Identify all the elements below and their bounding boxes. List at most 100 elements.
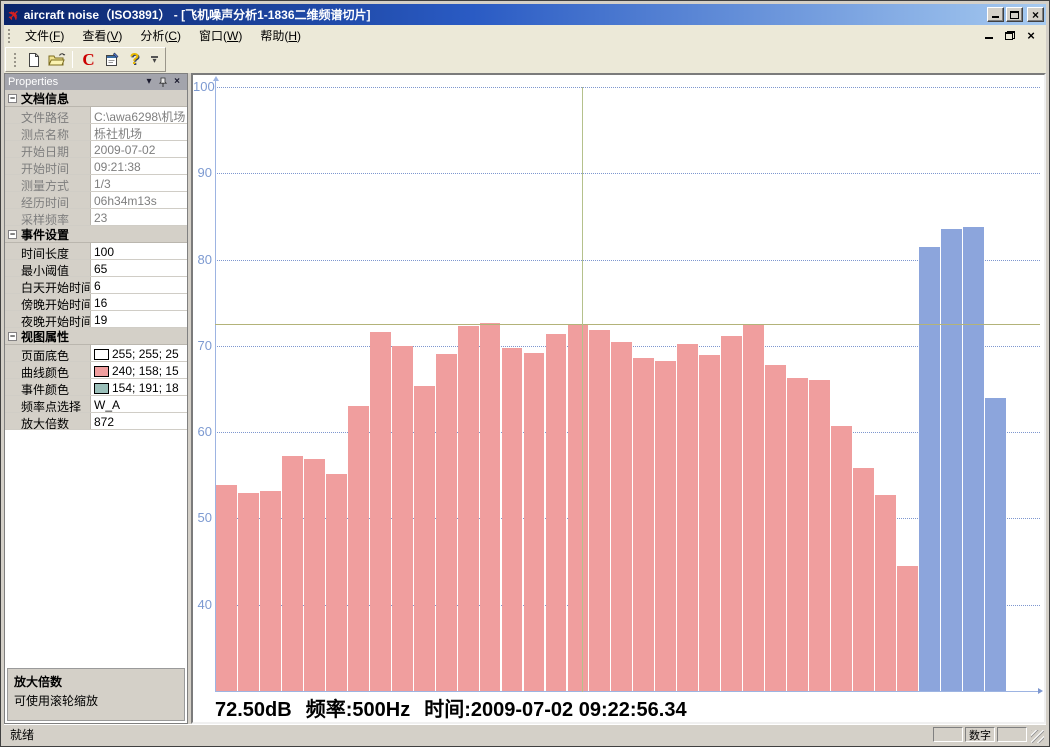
menu-grip[interactable] <box>8 29 11 43</box>
spectrum-bar[interactable] <box>831 426 852 691</box>
property-value-text: 1/3 <box>94 177 111 191</box>
property-row[interactable]: 测点名称栎社机场 <box>5 124 187 141</box>
y-axis-line <box>215 81 216 691</box>
spectrum-bar[interactable] <box>216 485 237 691</box>
panel-pin-button[interactable] <box>156 76 170 89</box>
property-label: 开始日期 <box>5 141 91 157</box>
property-row[interactable]: 开始时间09:21:38 <box>5 158 187 175</box>
spectrum-bar[interactable] <box>568 325 589 691</box>
analysis-c-button[interactable]: C <box>77 49 100 70</box>
property-row[interactable]: 开始日期2009-07-02 <box>5 141 187 158</box>
property-row[interactable]: 采样频率23 <box>5 209 187 226</box>
spectrum-bar[interactable] <box>677 344 698 691</box>
category-row[interactable]: −视图属性 <box>5 328 187 345</box>
main-content: Properties −文档信息文件路径C:\awa6298\机场测点名称栎社机… <box>4 73 1046 724</box>
help-button[interactable]: ? <box>123 49 146 70</box>
panel-close-button[interactable] <box>170 76 184 89</box>
property-row[interactable]: 最小阈值65 <box>5 260 187 277</box>
spectrum-bar[interactable] <box>260 491 281 691</box>
property-row[interactable]: 测量方式1/3 <box>5 175 187 192</box>
spectrum-bar[interactable] <box>809 380 830 691</box>
property-row[interactable]: 页面底色255; 255; 25 <box>5 345 187 362</box>
spectrum-bar[interactable] <box>546 334 567 691</box>
collapse-icon[interactable]: − <box>8 94 17 103</box>
category-title: 文档信息 <box>21 90 69 107</box>
spectrum-bar[interactable] <box>787 378 808 691</box>
property-row[interactable]: 时间长度100 <box>5 243 187 260</box>
collapse-icon[interactable]: − <box>8 230 17 239</box>
menu-file[interactable]: 文件(F) <box>16 25 73 46</box>
spectrum-bar[interactable] <box>699 355 720 691</box>
spectrum-bar[interactable] <box>743 324 764 691</box>
event-bar[interactable] <box>941 229 962 691</box>
spectrum-bar[interactable] <box>765 365 786 691</box>
spectrum-bar[interactable] <box>655 361 676 691</box>
minimize-button[interactable] <box>987 7 1004 22</box>
spectrum-bar[interactable] <box>897 566 918 691</box>
property-row[interactable]: 夜晚开始时间19 <box>5 311 187 328</box>
property-row[interactable]: 放大倍数872 <box>5 413 187 430</box>
spectrum-bar[interactable] <box>304 459 325 691</box>
property-row[interactable]: 经历时间06h34m13s <box>5 192 187 209</box>
toolbar-band: C ? <box>5 47 166 72</box>
maximize-button[interactable] <box>1006 7 1023 22</box>
spectrum-bar[interactable] <box>589 330 610 691</box>
spectrum-plot[interactable]: 72.50dB频率:500Hz时间:2009-07-02 09:22:56.34… <box>193 75 1044 722</box>
resize-grip[interactable] <box>1031 730 1044 743</box>
y-tick-label: 60 <box>193 424 212 439</box>
category-row[interactable]: −事件设置 <box>5 226 187 243</box>
property-value-text: 154; 191; 18 <box>112 381 179 395</box>
spectrum-bar[interactable] <box>853 468 874 691</box>
spectrum-bar[interactable] <box>502 348 523 691</box>
menu-window[interactable]: 窗口(W) <box>190 25 251 46</box>
properties-button[interactable] <box>100 49 123 70</box>
spectrum-bar[interactable] <box>611 342 632 692</box>
event-bar[interactable] <box>963 227 984 691</box>
property-label: 夜晚开始时间 <box>5 311 91 327</box>
spectrum-bar[interactable] <box>633 358 654 691</box>
spectrum-bar[interactable] <box>238 493 259 692</box>
spectrum-bar[interactable] <box>414 386 435 691</box>
spectrum-bar[interactable] <box>436 354 457 691</box>
new-document-button[interactable] <box>22 49 45 70</box>
menu-view[interactable]: 查看(V) <box>73 25 131 46</box>
spectrum-bar[interactable] <box>326 474 347 691</box>
property-value-text: 19 <box>94 313 107 327</box>
toolbar-grip[interactable] <box>14 53 17 67</box>
menu-help[interactable]: 帮助(H) <box>251 25 310 46</box>
new-document-icon <box>26 52 42 68</box>
spectrum-bar[interactable] <box>875 495 896 691</box>
property-row[interactable]: 曲线颜色240; 158; 15 <box>5 362 187 379</box>
spectrum-bar[interactable] <box>282 456 303 691</box>
property-row[interactable]: 傍晚开始时间16 <box>5 294 187 311</box>
spectrum-bar[interactable] <box>370 332 391 691</box>
collapse-icon[interactable]: − <box>8 332 17 341</box>
close-button[interactable] <box>1027 7 1044 22</box>
property-row[interactable]: 白天开始时间6 <box>5 277 187 294</box>
mdi-restore-button[interactable] <box>1003 30 1017 42</box>
property-row[interactable]: 事件颜色154; 191; 18 <box>5 379 187 396</box>
spectrum-bar[interactable] <box>392 346 413 691</box>
open-file-button[interactable] <box>45 49 68 70</box>
mdi-minimize-button[interactable] <box>982 30 996 42</box>
property-label: 曲线颜色 <box>5 362 91 378</box>
spectrum-bar[interactable] <box>721 336 742 692</box>
spectrum-bar[interactable] <box>524 353 545 691</box>
property-row[interactable]: 文件路径C:\awa6298\机场 <box>5 107 187 124</box>
property-value: 255; 255; 25 <box>91 345 187 361</box>
menu-analysis[interactable]: 分析(C) <box>131 25 190 46</box>
spectrum-bar[interactable] <box>480 323 501 691</box>
maximize-icon <box>1010 11 1019 19</box>
spectrum-bar[interactable] <box>458 326 479 691</box>
event-bar[interactable] <box>919 247 940 691</box>
toolbar-overflow-button[interactable] <box>148 49 161 70</box>
spectrum-bar[interactable] <box>348 406 369 691</box>
mdi-close-button[interactable] <box>1024 30 1038 42</box>
category-row[interactable]: −文档信息 <box>5 90 187 107</box>
panel-menu-button[interactable] <box>142 76 156 89</box>
property-row[interactable]: 频率点选择W_A <box>5 396 187 413</box>
open-folder-icon <box>48 52 66 68</box>
event-bar[interactable] <box>985 398 1006 691</box>
menu-label: 窗口( <box>199 29 227 43</box>
minimize-icon <box>992 12 999 18</box>
